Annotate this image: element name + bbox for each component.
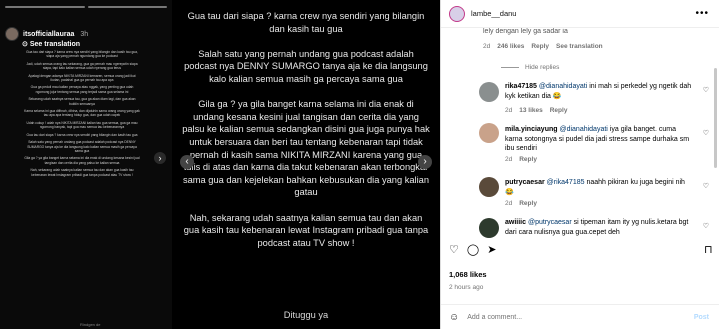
comment: mila.yinciayung @dianahidayati iya gila … [505, 125, 695, 154]
more-icon[interactable]: ••• [695, 8, 709, 19]
post-comments-panel: lambe__danu ••• lely dengan lely ga sada… [440, 0, 719, 329]
post-button[interactable]: Post [694, 314, 709, 321]
comment-time: 2d [483, 43, 491, 50]
comment-time: 2d [505, 107, 513, 114]
heart-icon[interactable]: ♡ [703, 222, 709, 230]
story-paragraph: Salah satu yang pernah undang gua podcas… [184, 48, 428, 84]
story-paragraph: Salah satu yang pernah undang gua podcas… [27, 140, 137, 153]
story-progress-bars [5, 6, 167, 8]
story-paragraph: Gila ga ? ya gila banget karna selama in… [182, 99, 430, 198]
comment-likes[interactable]: 13 likes [519, 107, 543, 114]
left-story-sign: Rindgen de [80, 322, 101, 327]
comment-emoji: 😂 [505, 188, 514, 196]
likes-count[interactable]: 1,068 likes [449, 270, 487, 279]
chevron-left-icon[interactable]: ‹ [180, 155, 194, 169]
comment-text: lely dengan lely ga sadar ia [483, 28, 568, 35]
comment-mention[interactable]: @putrycaesar [528, 219, 572, 226]
reply-button[interactable]: Reply [550, 107, 568, 114]
comment-time: 2d [505, 156, 513, 163]
story-paragraph: Jadi, udah semua orang tau sekarang, gua… [26, 61, 138, 71]
story-paragraph: Gua tau dari siapa ? karna crew nya send… [187, 11, 425, 34]
avatar[interactable] [479, 123, 499, 143]
heart-icon[interactable]: ♡ [703, 129, 709, 137]
reply-button[interactable]: Reply [531, 43, 549, 50]
story-paragraph: Karna selama ini gua difitnah, dihina, d… [24, 109, 140, 118]
comment-emoji: 😂 [552, 92, 562, 100]
translate-icon: ⊙ [22, 41, 28, 48]
comment-meta: 2d 246 likes Reply See translation [483, 43, 603, 50]
story-paragraph: Nah, sekarang udah saatnya kalian semua … [183, 212, 429, 248]
top-comment-text: lely dengan lely ga sadar ia [483, 28, 708, 37]
comment-mention[interactable]: @dianahidayati [539, 83, 587, 90]
middle-story-panel: Gua tau dari siapa ? karna crew nya send… [172, 0, 440, 329]
comment: awiiiic @putrycaesar si tipeman itam ity… [505, 218, 695, 237]
see-translation-label: See translation [29, 40, 81, 48]
see-translation-link[interactable]: See translation [556, 43, 603, 50]
comment-text: naahh pikiran ku juga begini nih [586, 179, 685, 186]
avatar[interactable] [479, 82, 499, 102]
story-paragraph: Nah, sekarang udah saatnya kalian semua … [30, 168, 134, 177]
middle-story-sign: Dituggu ya [283, 310, 329, 320]
add-comment-bar: ☺ Add a comment... Post [441, 304, 719, 329]
post-header: lambe__danu ••• [441, 0, 719, 28]
see-translation-link[interactable]: ⊙ See translation [22, 40, 81, 49]
story-paragraph: Udah cukup ! udah nya NIKITA MIRZANI kal… [26, 120, 138, 130]
left-story-panel: itsofficiallauraa 3h ⊙ See translation G… [0, 0, 172, 329]
add-comment-input[interactable]: Add a comment... [467, 314, 522, 321]
hide-replies-label: Hide replies [525, 64, 560, 71]
emoji-icon[interactable]: ☺ [449, 312, 459, 323]
story-age: 3h [80, 30, 89, 38]
chevron-right-icon[interactable]: › [154, 152, 166, 164]
comment: rika47185 @dianahidayati ini mah si perk… [505, 82, 695, 101]
story-paragraph: Gua tau dari siapa ? karna crew nya send… [26, 50, 138, 59]
share-icon[interactable]: ➤ [487, 243, 496, 256]
left-story-header: itsofficiallauraa 3h [5, 27, 88, 41]
left-story-text: Gua tau dari siapa ? karna crew nya send… [24, 50, 140, 180]
comment-mention[interactable]: @dianahidayati [559, 126, 607, 133]
story-paragraph: Gua ga peduli mau kalian percaya atau ng… [30, 85, 134, 94]
comment-meta: 2d 13 likes Reply [505, 107, 567, 114]
comment-meta: 2d Reply [505, 200, 537, 207]
avatar[interactable] [449, 5, 465, 22]
story-paragraph: Sekarang udah saatnya semua tau, gua ga … [28, 97, 136, 106]
comment-meta: 2d Reply [505, 156, 537, 163]
comment-username[interactable]: mila.yinciayung [505, 126, 558, 133]
story-paragraph: Gila ga ? ya gila banget karna selama in… [24, 156, 140, 165]
comment-username[interactable]: putrycaesar [505, 179, 545, 186]
middle-story-text: Gua tau dari siapa ? karna crew nya send… [182, 10, 430, 262]
post-time: 2 hours ago [449, 284, 484, 291]
chevron-right-icon[interactable]: › [418, 155, 432, 169]
scrollbar[interactable] [714, 68, 717, 168]
comment: putrycaesar @rika47185 naahh pikiran ku … [505, 178, 695, 197]
bookmark-icon[interactable]: ⊓ [704, 243, 713, 256]
hide-replies-button[interactable]: Hide replies [501, 64, 559, 71]
comment-mention[interactable]: @rika47185 [547, 179, 585, 186]
avatar[interactable] [479, 218, 499, 238]
account-name[interactable]: lambe__danu [471, 9, 516, 18]
reply-button[interactable]: Reply [519, 156, 537, 163]
comment-username[interactable]: awiiiic [505, 219, 526, 226]
story-paragraph: Apalagi dengan adanya NIKITA MIRZANI kem… [28, 73, 136, 83]
post-actions: ♡ ◯ ➤ ⊓ [449, 243, 713, 256]
comment-likes[interactable]: 246 likes [497, 43, 524, 50]
story-paragraph: Gua tau dari siapa ? karna crew nya send… [26, 132, 138, 137]
heart-icon[interactable]: ♡ [703, 86, 709, 94]
heart-icon[interactable]: ♡ [449, 243, 459, 256]
comment-time: 2d [505, 200, 513, 207]
comment-username[interactable]: rika47185 [505, 83, 537, 90]
comments-list[interactable]: lely dengan lely ga sadar ia 2d 246 like… [441, 28, 719, 266]
comment-icon[interactable]: ◯ [467, 243, 479, 256]
avatar[interactable] [479, 177, 499, 197]
heart-icon[interactable]: ♡ [703, 182, 709, 190]
reply-button[interactable]: Reply [519, 200, 537, 207]
story-username[interactable]: itsofficiallauraa [23, 31, 74, 38]
avatar[interactable] [5, 27, 19, 41]
